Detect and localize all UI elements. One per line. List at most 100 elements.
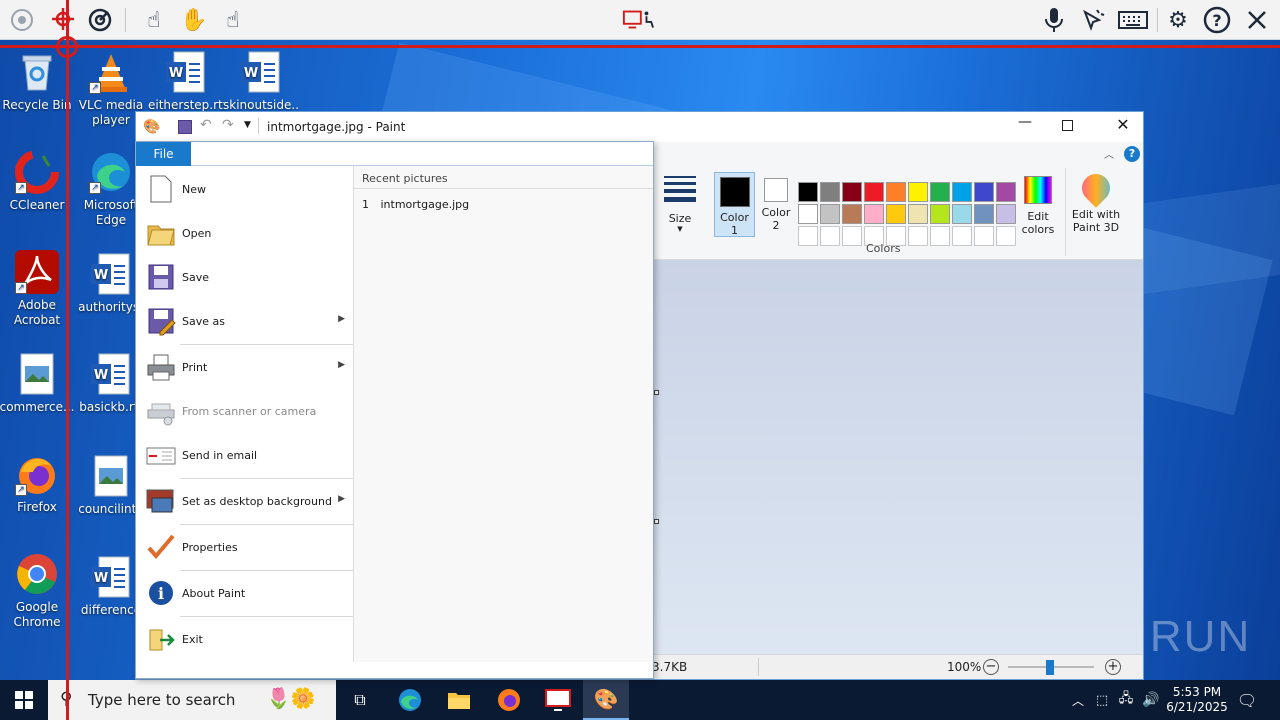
palette-swatch[interactable] [974,204,994,224]
menu-item-properties[interactable]: Properties [136,526,353,570]
redo-icon[interactable]: ↷ [222,117,234,133]
palette-swatch[interactable] [996,226,1016,246]
palette-swatch[interactable] [930,204,950,224]
canvas-handle-corner[interactable] [654,519,659,524]
palette-swatch[interactable] [820,204,840,224]
palette-swatch[interactable] [996,182,1016,202]
close-icon[interactable] [1241,4,1273,36]
menu-item-save[interactable]: Save [136,256,353,300]
zoom-in-button[interactable]: + [1105,659,1121,675]
crosshair-target-icon [52,8,74,30]
menu-item-save-as[interactable]: Save as ▶ [136,300,353,344]
palette-swatch[interactable] [798,182,818,202]
desktop-icon-ccleaner[interactable]: ↗ CCleaner [0,150,75,213]
target-icon[interactable] [84,4,116,36]
file-tab[interactable]: File [136,142,191,166]
volume-icon[interactable]: 🔊 [1140,680,1162,720]
quick-save-icon[interactable] [178,120,192,134]
palette-swatch[interactable] [842,226,862,246]
taskbar-firefox-icon[interactable] [489,680,529,720]
show-hidden-icons-button[interactable]: ︿ [1068,680,1088,720]
palette-swatch[interactable] [974,226,994,246]
start-button[interactable] [0,680,48,720]
menu-item-exit[interactable]: Exit [136,618,353,662]
menu-item-about[interactable]: i About Paint [136,572,353,616]
task-view-button[interactable]: ⧉ [340,680,380,720]
desktop-icon-firefox[interactable]: ↗ Firefox [0,452,75,515]
desktop-icon-acrobat[interactable]: ↗ Adobe Acrobat [0,250,75,328]
zoom-out-button[interactable]: − [983,659,999,675]
menu-item-open[interactable]: Open [136,212,353,256]
webcam-icon[interactable] [6,4,38,36]
palette-swatch[interactable] [842,204,862,224]
close-window-button[interactable]: ✕ [1112,115,1134,139]
palette-swatch[interactable] [798,204,818,224]
palette-swatch[interactable] [930,182,950,202]
help-circle-icon[interactable]: ? [1124,146,1140,162]
edit-colors-label: Edit colors [1021,210,1055,236]
taskbar-edge-icon[interactable] [390,680,430,720]
menu-item-desktop-background[interactable]: Set as desktop background ▶ [136,480,353,524]
customize-qat-icon[interactable]: ▼ [244,120,251,130]
color2-button[interactable]: Color 2 [758,172,794,237]
palette-swatch[interactable] [908,226,928,246]
palette-swatch[interactable] [820,182,840,202]
desktop-icon-commerce[interactable]: commerce... [0,352,75,415]
palette-swatch[interactable] [952,204,972,224]
palette-swatch[interactable] [864,182,884,202]
palette-swatch[interactable] [820,226,840,246]
palette-swatch[interactable] [952,226,972,246]
hold-gesture-icon[interactable]: ☝ [217,4,249,36]
collapse-ribbon-icon[interactable]: ︿ [1104,146,1114,161]
palette-swatch[interactable] [886,182,906,202]
network-icon[interactable]: 🖧 [1115,680,1137,720]
edit-colors-button[interactable]: Edit colors [1020,172,1056,242]
menu-item-label: From scanner or camera [182,405,317,418]
recent-item[interactable]: 1 intmortgage.jpg [362,198,469,211]
keyboard-icon[interactable] [1117,4,1149,36]
email-icon [146,440,176,470]
hand-gesture-icon[interactable]: ✋ [178,4,210,36]
device-tray-icon[interactable]: ⬚ [1092,680,1112,720]
menu-item-new[interactable]: New [136,168,353,212]
menu-item-print[interactable]: Print ▶ [136,346,353,390]
palette-swatch[interactable] [842,182,862,202]
undo-icon[interactable]: ↶ [200,117,212,133]
help-icon[interactable]: ? [1201,4,1233,36]
palette-swatch[interactable] [996,204,1016,224]
clock[interactable]: 5:53 PM 6/21/2025 [1164,680,1230,720]
menu-item-scanner[interactable]: From scanner or camera [136,390,353,434]
tap-gesture-icon[interactable]: ☝ [138,4,170,36]
color1-button[interactable]: Color 1 [714,172,755,237]
palette-swatch[interactable] [908,204,928,224]
gear-icon[interactable]: ⚙ [1162,4,1194,36]
desktop-icon-skinoutside[interactable]: W skinoutside... [223,50,299,113]
recent-pictures-header: Recent pictures [362,172,448,185]
taskbar-search-box[interactable]: ⚲ Type here to search 🌷🌼 [48,680,336,720]
size-button[interactable]: Size ▼ [662,176,698,246]
notification-icon[interactable]: 🗨 [1232,680,1262,720]
palette-swatch[interactable] [886,204,906,224]
palette-swatch[interactable] [930,226,950,246]
zoom-slider-thumb[interactable] [1046,660,1054,675]
minimize-button[interactable]: — [1012,114,1038,138]
canvas-handle-right[interactable] [654,390,659,395]
desktop-icon-recycle-bin[interactable]: Recycle Bin [0,50,75,113]
palette-swatch[interactable] [974,182,994,202]
taskbar-explorer-icon[interactable] [439,680,479,720]
microphone-icon[interactable] [1038,4,1070,36]
desktop-background-icon [146,486,176,516]
palette-swatch[interactable] [908,182,928,202]
desktop-icon-chrome[interactable]: Google Chrome [0,552,75,630]
screen-accessibility-icon[interactable] [622,4,654,36]
pointer-icon[interactable] [1077,4,1109,36]
palette-swatch[interactable] [952,182,972,202]
desktop-icon-eitherstep[interactable]: W eitherstep.rtf [148,50,224,113]
edit-paint3d-button[interactable]: Edit with Paint 3D [1070,168,1122,242]
taskbar-anyrun-icon[interactable] [538,680,578,720]
taskbar-paint-icon[interactable]: 🎨 [583,680,629,720]
palette-swatch[interactable] [864,204,884,224]
palette-swatch[interactable] [798,226,818,246]
menu-item-send-email[interactable]: Send in email [136,434,353,478]
maximize-button[interactable] [1062,120,1073,131]
